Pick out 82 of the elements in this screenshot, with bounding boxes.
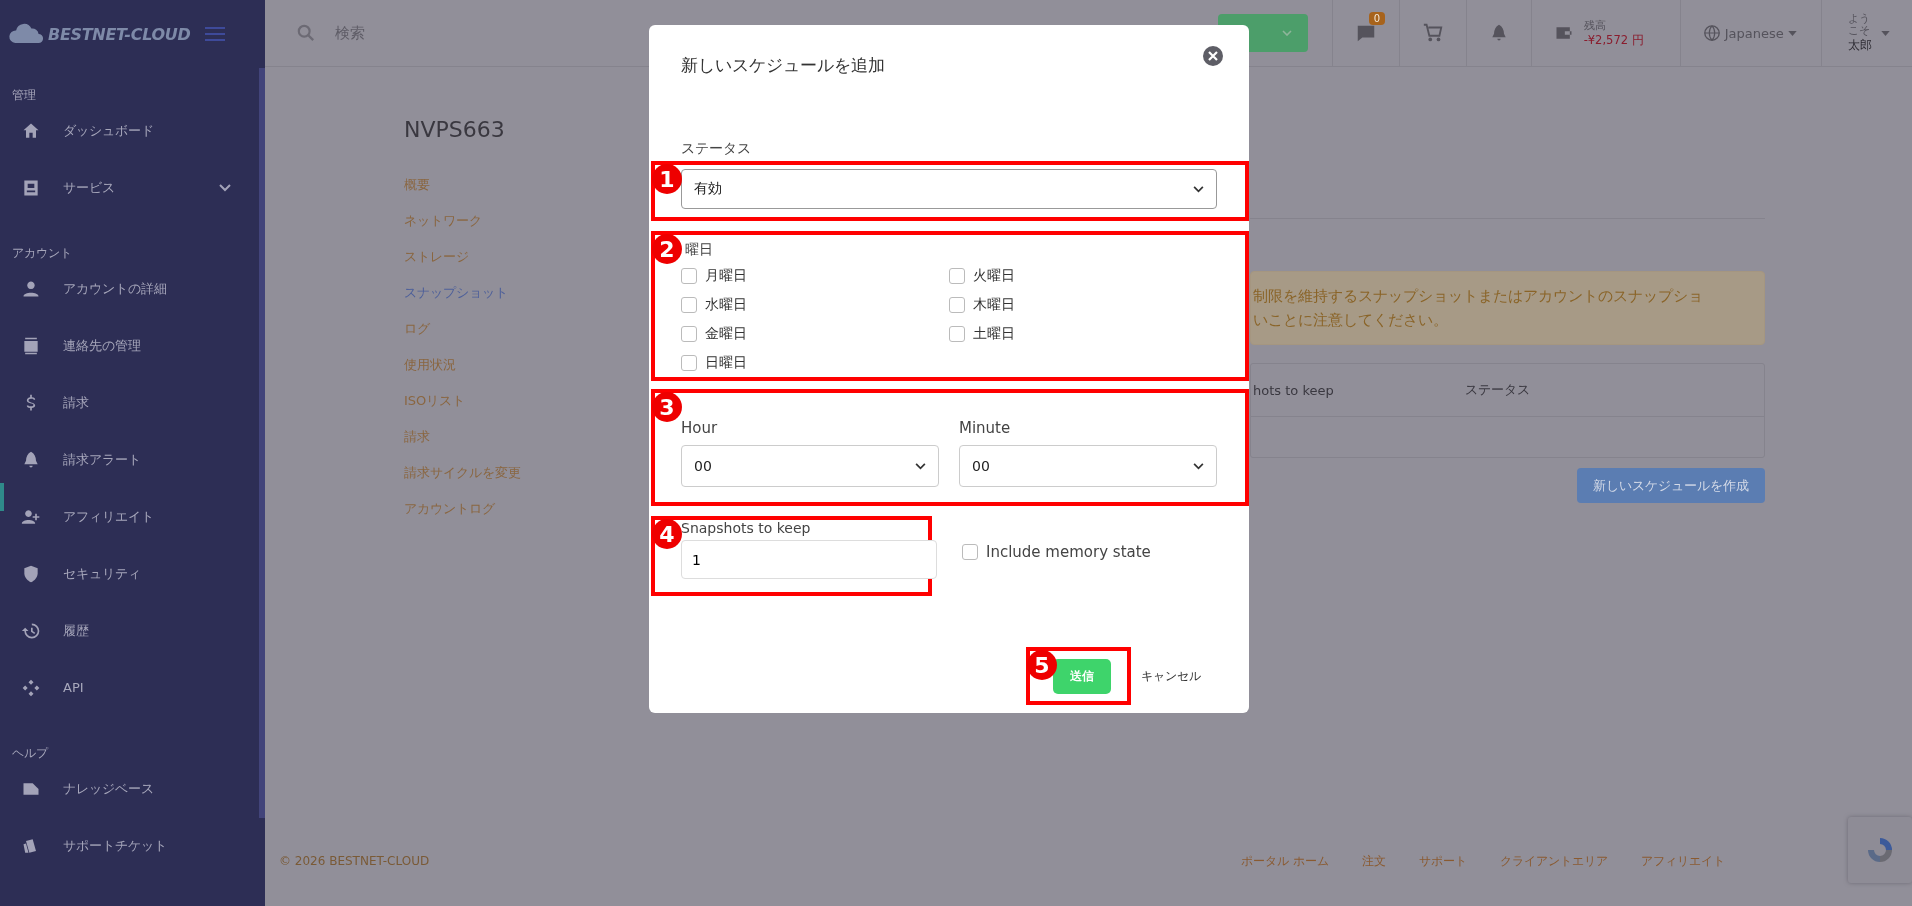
nav-icon [21,335,41,356]
sidebar-item[interactable]: アカウントの詳細 [4,260,259,317]
footer-link[interactable]: ポータル ホーム [1241,852,1329,870]
sidebar-item[interactable]: 請求アラート [4,431,259,488]
checkbox[interactable] [681,268,697,284]
footer-link[interactable]: サポート [1419,852,1467,870]
column-header: hots to keep [1252,382,1335,398]
caret-icon[interactable] [1881,30,1890,36]
day-label: 金曜日 [705,325,747,343]
footer-link[interactable]: 注文 [1362,852,1386,870]
notification-badge: 0 [1368,12,1385,25]
section-heading: アカウント [11,246,73,260]
annotation-number: 3 [652,392,682,422]
recaptcha-icon [1865,835,1895,865]
page-title: NVPS663 [404,117,506,142]
time-select[interactable]: 00 [681,445,939,487]
checkbox[interactable] [681,297,697,313]
cancel-button[interactable]: キャンセル [1135,666,1207,686]
footer-link[interactable]: クライアントエリア [1500,852,1608,870]
snapshots-input[interactable]: 1 [681,540,937,579]
field-label: Minute [959,419,1012,437]
annotation-number: 2 [652,234,682,264]
copyright-text: © 2026 BESTNET-CLOUD [279,854,430,868]
field-label: ステータス [681,140,752,158]
notice-text: 制限を維持するスナップショットまたはアカウントのスナップショ [1253,286,1704,307]
cloud-icon [8,23,44,45]
sidebar-item[interactable]: API [4,659,259,716]
notice-text: いことに注意してください。 [1253,310,1449,331]
sidebar-item[interactable]: サポートチケット [4,817,259,874]
checkbox[interactable] [681,326,697,342]
logo-text: BESTNET-CLOUD [48,24,191,44]
day-label: 水曜日 [705,296,747,314]
submit-button[interactable]: 送信 [1052,658,1111,694]
annotation-number: 5 [1027,650,1057,680]
cart-icon[interactable] [1421,22,1444,44]
annotation-number: 4 [652,519,682,549]
checkbox[interactable] [962,544,978,560]
nav-icon [21,677,41,698]
recaptcha-badge[interactable] [1848,817,1912,883]
section-heading: 管理 [11,88,37,102]
sidebar-item[interactable]: 履歴 [4,602,259,659]
caret-icon [1281,30,1292,36]
search-icon [297,24,315,42]
create-schedule-button[interactable]: 新しいスケジュールを作成 [1577,468,1765,503]
balance-amount: -¥2,572 円 [1583,33,1644,48]
sidebar-item[interactable]: ナレッジベース [4,760,259,817]
field-label: Snapshots to keep [681,520,812,536]
column-header: ステータス [1465,381,1530,399]
day-label: 日曜日 [705,354,747,372]
checkbox-label: Include memory state [986,543,1151,561]
sidebar-item[interactable]: アフィリエイト [4,488,259,545]
day-label: 木曜日 [973,296,1015,314]
annotation-number: 1 [652,164,682,194]
footer-link[interactable]: アフィリエイト [1641,852,1725,870]
language-selector[interactable]: Japanese [1679,0,1821,66]
sidebar-item[interactable]: ダッシュボード [4,102,259,159]
sidebar-item[interactable]: 連絡先の管理 [4,317,259,374]
sidebar-item[interactable]: サービス [4,159,259,216]
sidebar-item[interactable]: 請求 [4,374,259,431]
chevron-icon [1193,462,1204,470]
day-label: 土曜日 [973,325,1015,343]
dialog-title: 新しいスケジュールを追加 [681,53,885,77]
field-label: Hour [681,419,719,437]
status-select[interactable]: 有効 [681,169,1217,209]
field-label: 曜日 [684,241,714,259]
day-label: 火曜日 [973,267,1015,285]
globe-icon [1702,24,1721,42]
chevron-icon [1193,185,1204,193]
day-label: 月曜日 [705,267,747,285]
sidebar-item[interactable]: セキュリティ [4,545,259,602]
checkbox[interactable] [949,268,965,284]
menu-icon[interactable] [205,27,225,41]
time-select[interactable]: 00 [959,445,1217,487]
checkbox[interactable] [681,355,697,371]
checkbox[interactable] [949,297,965,313]
chevron-icon [915,462,926,470]
close-icon[interactable] [1203,46,1223,66]
section-heading: ヘルプ [11,746,50,760]
nav-icon [21,563,41,584]
user-name: 太郎 [1847,36,1873,54]
checkbox[interactable] [949,326,965,342]
caret-icon [1787,30,1797,36]
